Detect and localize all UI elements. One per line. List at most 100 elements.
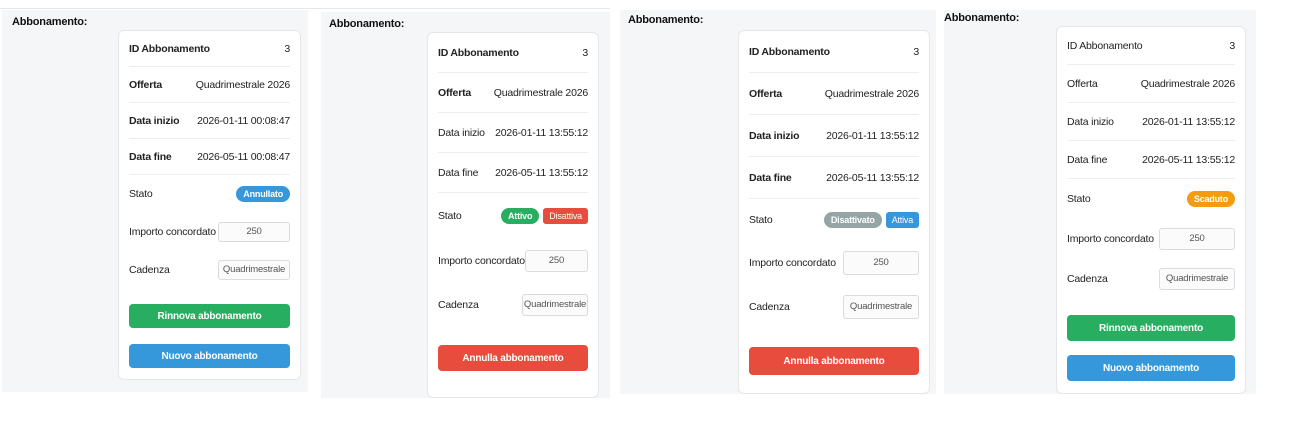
renew-subscription-button[interactable]: Rinnova abbonamento xyxy=(1067,315,1235,341)
start-date-label: Data inizio xyxy=(749,129,800,142)
end-date-value: 2026-05-11 13:55:12 xyxy=(826,171,919,184)
id-label: ID Abbonamento xyxy=(749,45,830,58)
panel-heading: Abbonamento: xyxy=(628,14,704,26)
offer-label: Offerta xyxy=(749,87,783,100)
panel-heading: Abbonamento: xyxy=(12,16,88,28)
subscription-panel-expired: Abbonamento: ID Abbonamento 3 Offerta Qu… xyxy=(944,10,1256,394)
end-date-label: Data fine xyxy=(1067,153,1108,166)
row-status: Stato Attivo Disattiva xyxy=(438,193,588,239)
id-value: 3 xyxy=(582,46,588,59)
start-date-value: 2026-01-11 00:08:47 xyxy=(197,114,290,127)
row-amount: Importo concordato 250 xyxy=(438,239,588,283)
row-start-date: Data inizio 2026-01-11 13:55:12 xyxy=(1067,103,1235,141)
offer-value: Quadrimestrale 2026 xyxy=(195,78,290,91)
cadence-select[interactable]: Quadrimestrale xyxy=(843,295,919,319)
cadence-select[interactable]: Quadrimestrale xyxy=(522,294,588,316)
renew-subscription-button[interactable]: Rinnova abbonamento xyxy=(129,304,290,328)
row-cadence: Cadenza Quadrimestrale xyxy=(749,285,919,329)
cadence-label: Cadenza xyxy=(438,299,479,311)
row-id: ID Abbonamento 3 xyxy=(438,33,588,73)
cadence-select[interactable]: Quadrimestrale xyxy=(218,260,290,280)
status-badge: Scaduto xyxy=(1186,191,1235,207)
end-date-label: Data fine xyxy=(438,166,479,179)
row-end-date: Data fine 2026-05-11 13:55:12 xyxy=(438,153,588,193)
cadence-label: Cadenza xyxy=(129,264,170,276)
status-label: Stato xyxy=(438,210,462,222)
top-divider xyxy=(0,8,610,9)
activate-button[interactable]: Attiva xyxy=(885,212,919,228)
start-date-label: Data inizio xyxy=(438,126,485,139)
offer-value: Quadrimestrale 2026 xyxy=(1140,77,1235,90)
start-date-value: 2026-01-11 13:55:12 xyxy=(826,129,919,142)
id-value: 3 xyxy=(284,42,290,55)
status-label: Stato xyxy=(1067,193,1091,205)
amount-label: Importo concordato xyxy=(749,257,836,269)
subscription-card: ID Abbonamento 3 Offerta Quadrimestrale … xyxy=(118,30,301,380)
offer-label: Offerta xyxy=(1067,77,1098,90)
cancel-subscription-button[interactable]: Annulla abbonamento xyxy=(438,345,588,371)
subscription-card: ID Abbonamento 3 Offerta Quadrimestrale … xyxy=(738,30,930,394)
id-label: ID Abbonamento xyxy=(438,46,519,59)
row-amount: Importo concordato 250 xyxy=(129,212,290,251)
id-value: 3 xyxy=(913,45,919,58)
row-offer: Offerta Quadrimestrale 2026 xyxy=(1067,65,1235,103)
new-subscription-button[interactable]: Nuovo abbonamento xyxy=(1067,355,1235,381)
panel-heading: Abbonamento: xyxy=(329,18,405,30)
subscription-panel-active: Abbonamento: ID Abbonamento 3 Offerta Qu… xyxy=(321,12,610,398)
amount-label: Importo concordato xyxy=(1067,233,1154,245)
row-cadence: Cadenza Quadrimestrale xyxy=(129,251,290,289)
offer-label: Offerta xyxy=(129,78,163,91)
row-status: Stato Disattivato Attiva xyxy=(749,199,919,241)
subscription-panel-cancelled: Abbonamento: ID Abbonamento 3 Offerta Qu… xyxy=(2,10,308,392)
subscription-panel-deactivated: Abbonamento: ID Abbonamento 3 Offerta Qu… xyxy=(620,10,936,394)
deactivate-button[interactable]: Disattiva xyxy=(543,208,588,224)
row-amount: Importo concordato 250 xyxy=(749,241,919,285)
row-offer: Offerta Quadrimestrale 2026 xyxy=(749,73,919,115)
status-badge: Annullato xyxy=(236,185,290,202)
row-end-date: Data fine 2026-05-11 00:08:47 xyxy=(129,139,290,175)
offer-label: Offerta xyxy=(438,86,472,99)
end-date-value: 2026-05-11 13:55:12 xyxy=(1142,153,1235,166)
end-date-value: 2026-05-11 00:08:47 xyxy=(197,150,290,163)
row-cadence: Cadenza Quadrimestrale xyxy=(1067,259,1235,299)
end-date-value: 2026-05-11 13:55:12 xyxy=(495,166,588,179)
offer-value: Quadrimestrale 2026 xyxy=(493,86,588,99)
id-label: ID Abbonamento xyxy=(1067,39,1143,52)
status-label: Stato xyxy=(749,214,773,226)
offer-value: Quadrimestrale 2026 xyxy=(824,87,919,100)
status-label: Stato xyxy=(129,187,153,200)
row-id: ID Abbonamento 3 xyxy=(1067,27,1235,65)
start-date-label: Data inizio xyxy=(1067,115,1114,128)
subscription-card: ID Abbonamento 3 Offerta Quadrimestrale … xyxy=(1056,26,1246,394)
start-date-value: 2026-01-11 13:55:12 xyxy=(1142,115,1235,128)
amount-label: Importo concordato xyxy=(129,225,216,238)
amount-label: Importo concordato xyxy=(438,255,525,267)
row-offer: Offerta Quadrimestrale 2026 xyxy=(129,67,290,103)
start-date-value: 2026-01-11 13:55:12 xyxy=(495,126,588,139)
row-status: Stato Annullato xyxy=(129,175,290,212)
subscription-card: ID Abbonamento 3 Offerta Quadrimestrale … xyxy=(427,32,599,398)
amount-input[interactable]: 250 xyxy=(524,250,588,272)
new-subscription-button[interactable]: Nuovo abbonamento xyxy=(129,344,290,368)
amount-input[interactable]: 250 xyxy=(1159,228,1235,250)
cancel-subscription-button[interactable]: Annulla abbonamento xyxy=(749,347,919,375)
row-cadence: Cadenza Quadrimestrale xyxy=(438,283,588,327)
amount-input[interactable]: 250 xyxy=(218,221,290,242)
amount-input[interactable]: 250 xyxy=(843,251,919,275)
row-amount: Importo concordato 250 xyxy=(1067,219,1235,259)
row-start-date: Data inizio 2026-01-11 13:55:12 xyxy=(749,115,919,157)
end-date-label: Data fine xyxy=(129,150,172,163)
status-badge: Attivo xyxy=(500,208,540,224)
cadence-label: Cadenza xyxy=(1067,273,1108,285)
row-end-date: Data fine 2026-05-11 13:55:12 xyxy=(1067,141,1235,179)
row-id: ID Abbonamento 3 xyxy=(129,31,290,67)
row-start-date: Data inizio 2026-01-11 13:55:12 xyxy=(438,113,588,153)
cadence-label: Cadenza xyxy=(749,301,790,313)
status-controls: Disattivato Attiva xyxy=(823,212,919,228)
status-controls: Attivo Disattiva xyxy=(500,208,588,224)
row-offer: Offerta Quadrimestrale 2026 xyxy=(438,73,588,113)
id-value: 3 xyxy=(1229,39,1235,52)
cadence-select[interactable]: Quadrimestrale xyxy=(1159,268,1235,290)
panel-heading: Abbonamento: xyxy=(944,12,1020,24)
row-end-date: Data fine 2026-05-11 13:55:12 xyxy=(749,157,919,199)
